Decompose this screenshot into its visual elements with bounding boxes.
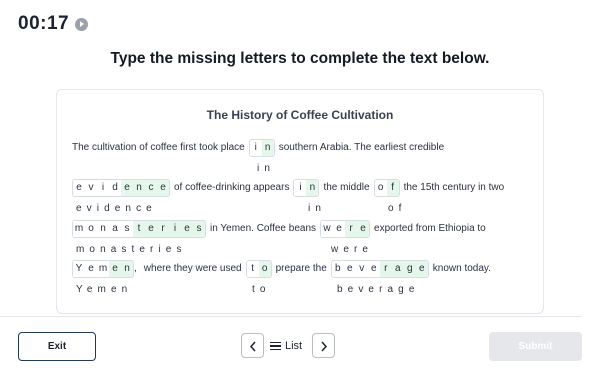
- passage-text: The cultivation of coffee first took pla…: [72, 142, 245, 153]
- letter-input[interactable]: e: [73, 180, 85, 196]
- letter-hint: f: [386, 180, 399, 196]
- gap-answer: to: [252, 284, 271, 295]
- letter-input[interactable]: e: [367, 261, 380, 277]
- footer-divider: [0, 316, 582, 317]
- letter-hint: e: [181, 221, 193, 237]
- submit-button[interactable]: Submit: [489, 332, 582, 361]
- letter-hint: e: [357, 221, 370, 237]
- gap-answer: evidence: [76, 203, 157, 214]
- chevron-right-icon: [321, 341, 328, 352]
- letter-hint: t: [133, 221, 145, 237]
- letter-hint: e: [145, 221, 157, 237]
- passage-text: of coffee-drinking appears: [174, 182, 290, 193]
- passage-text: the middle: [323, 182, 370, 193]
- letter-input[interactable]: w: [321, 221, 334, 237]
- passage-card: The History of Coffee Cultivation The cu…: [56, 89, 544, 314]
- letter-input[interactable]: m: [73, 221, 85, 237]
- exit-button[interactable]: Exit: [18, 332, 96, 361]
- letter-input[interactable]: e: [85, 261, 97, 277]
- letter-hint: a: [391, 261, 404, 277]
- passage-text: exported from Ethiopia to: [374, 223, 486, 234]
- letter-input[interactable]: n: [97, 221, 109, 237]
- passage-text: known today.: [432, 263, 491, 274]
- passage-text: ,: [134, 263, 137, 274]
- letter-input[interactable]: o: [85, 221, 97, 237]
- letter-input[interactable]: t: [246, 261, 259, 277]
- gap-input[interactable]: monasteries: [72, 220, 206, 238]
- letter-hint: n: [261, 140, 274, 156]
- letter-hint: g: [403, 261, 416, 277]
- list-icon: [270, 341, 281, 351]
- gap-input[interactable]: were: [320, 220, 371, 238]
- timer: 00:17: [18, 13, 89, 35]
- list-button[interactable]: List: [270, 336, 302, 356]
- letter-hint: n: [306, 180, 319, 196]
- passage-title: The History of Coffee Cultivation: [206, 108, 394, 122]
- gap-answer: in: [308, 203, 326, 214]
- letter-hint: n: [121, 261, 133, 277]
- letter-hint: r: [157, 221, 169, 237]
- timer-text: 00:17: [18, 13, 70, 34]
- passage-text: in Yemen. Coffee beans: [210, 223, 317, 234]
- letter-input[interactable]: a: [109, 221, 121, 237]
- letter-input[interactable]: i: [97, 180, 109, 196]
- gap-input[interactable]: in: [248, 139, 275, 157]
- letter-hint: e: [121, 180, 133, 196]
- next-button[interactable]: [312, 333, 335, 358]
- gap-input[interactable]: beverage: [330, 260, 429, 278]
- gap-answer: in: [257, 163, 275, 174]
- letter-input[interactable]: m: [97, 261, 109, 277]
- letter-hint: r: [379, 261, 392, 277]
- letter-hint: e: [415, 261, 428, 277]
- list-label: List: [285, 340, 303, 352]
- instruction-heading: Type the missing letters to complete the…: [110, 50, 490, 67]
- passage-text: the 15th century in two: [403, 182, 505, 193]
- gap-input[interactable]: Yemen: [72, 260, 134, 278]
- letter-input[interactable]: e: [333, 221, 346, 237]
- passage-text: prepare the: [275, 263, 327, 274]
- letter-input[interactable]: b: [331, 261, 344, 277]
- letter-input[interactable]: i: [294, 180, 307, 196]
- gap-answer: of: [388, 203, 407, 214]
- letter-hint: n: [133, 180, 145, 196]
- letter-input[interactable]: d: [109, 180, 121, 196]
- letter-input[interactable]: o: [374, 180, 387, 196]
- gap-input[interactable]: evidence: [72, 179, 170, 197]
- gap-input[interactable]: in: [293, 179, 320, 197]
- letter-input[interactable]: Y: [73, 261, 85, 277]
- letter-hint: r: [345, 221, 358, 237]
- passage-line-1: The cultivation of coffee first took pla…: [72, 139, 444, 157]
- play-circle-icon[interactable]: [75, 17, 89, 31]
- gap-answer: were: [331, 244, 374, 255]
- gap-answer: beverage: [337, 284, 420, 295]
- letter-input[interactable]: s: [121, 221, 133, 237]
- letter-hint: i: [169, 221, 181, 237]
- letter-input[interactable]: v: [355, 261, 368, 277]
- letter-hint: s: [193, 221, 205, 237]
- passage-line-2: evidence of coffee-drinking appears in t…: [72, 179, 504, 197]
- previous-button[interactable]: [241, 333, 264, 358]
- letter-input[interactable]: i: [249, 140, 262, 156]
- gap-answer: Yemen: [76, 284, 133, 295]
- gap-answer: monasteries: [76, 244, 187, 255]
- letter-hint: c: [145, 180, 157, 196]
- passage-line-4: Yemen , where they were used to prepare …: [72, 260, 491, 278]
- letter-hint: e: [157, 180, 169, 196]
- gap-input[interactable]: of: [373, 179, 400, 197]
- gap-input[interactable]: to: [245, 260, 272, 278]
- letter-hint: e: [109, 261, 121, 277]
- passage-line-3: monasteries in Yemen. Coffee beans were …: [72, 220, 486, 238]
- letter-hint: o: [258, 261, 271, 277]
- letter-input[interactable]: e: [343, 261, 356, 277]
- passage-text: southern Arabia. The earliest credible: [278, 142, 445, 153]
- passage-text: where they were used: [143, 263, 242, 274]
- chevron-left-icon: [249, 341, 256, 352]
- letter-input[interactable]: v: [85, 180, 97, 196]
